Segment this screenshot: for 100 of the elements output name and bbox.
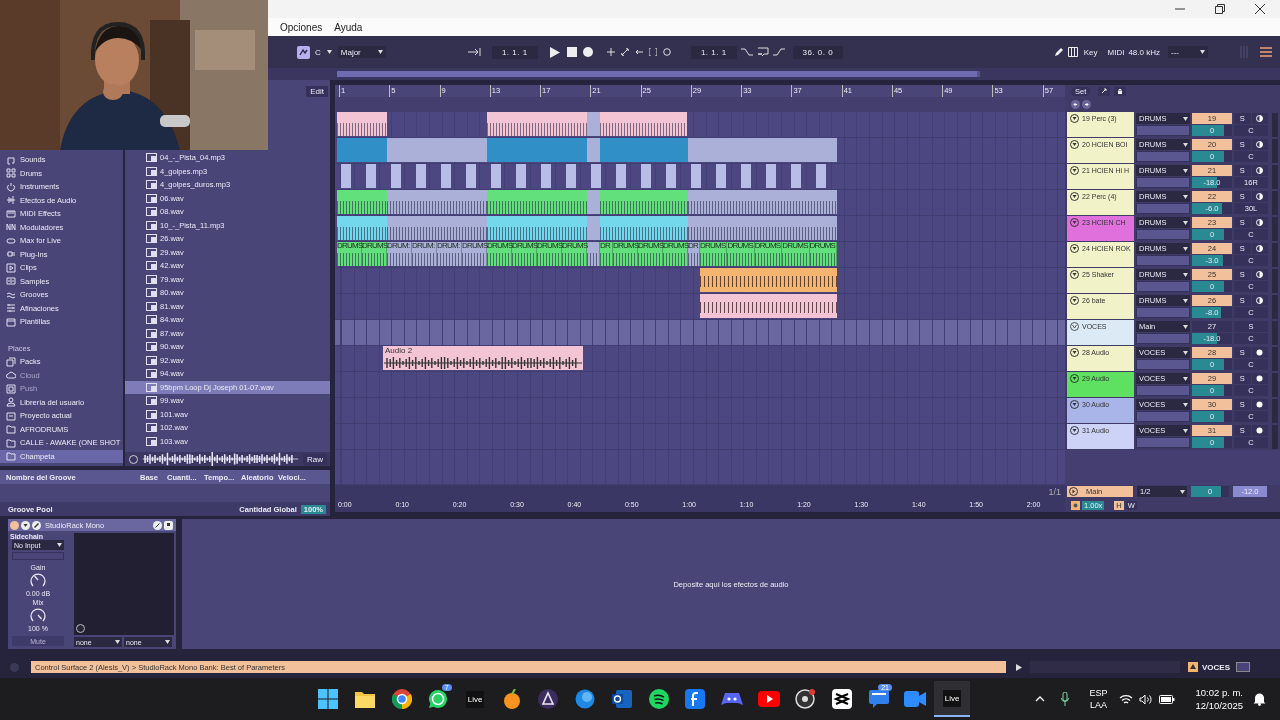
half-circle-button[interactable] — [1251, 191, 1268, 202]
clip[interactable]: Audio 2 — [383, 346, 583, 370]
link-icon[interactable] — [153, 520, 162, 530]
clip[interactable]: DRUM: — [412, 242, 437, 266]
clip[interactable] — [391, 164, 401, 188]
forward-arrow-icon[interactable] — [1082, 100, 1091, 109]
arm-button[interactable] — [1251, 373, 1268, 384]
clip[interactable] — [688, 216, 837, 240]
clip[interactable] — [766, 164, 776, 188]
clip[interactable] — [487, 216, 587, 240]
clip[interactable] — [791, 164, 801, 188]
clip[interactable] — [487, 190, 587, 214]
clip[interactable] — [416, 164, 426, 188]
clip[interactable]: DRUMS — [487, 242, 512, 266]
group-fold-icon[interactable] — [1070, 322, 1079, 331]
back-arrow-icon[interactable] — [634, 48, 643, 56]
menu-icon[interactable] — [1260, 47, 1272, 57]
clip[interactable] — [587, 138, 600, 162]
clip[interactable] — [587, 242, 600, 266]
language-indicator[interactable]: ESP LAA — [1089, 687, 1108, 711]
clip[interactable] — [688, 138, 837, 162]
arm-button[interactable] — [1251, 399, 1268, 410]
triangle-icon[interactable] — [1188, 662, 1198, 672]
clip[interactable]: DR — [600, 242, 613, 266]
clip[interactable] — [341, 164, 351, 188]
clip[interactable] — [700, 268, 837, 292]
clip[interactable]: DRUMS — [462, 242, 487, 266]
clip[interactable]: DRUMS — [663, 242, 688, 266]
fold-triangle-icon[interactable] — [1070, 244, 1079, 253]
battery-icon[interactable] — [1159, 693, 1176, 705]
key-map-button[interactable]: Key — [1083, 47, 1098, 57]
clip[interactable] — [337, 112, 387, 136]
clip[interactable] — [591, 164, 601, 188]
clip[interactable] — [666, 164, 676, 188]
edit-button[interactable]: Edit — [306, 86, 328, 97]
clip[interactable] — [387, 138, 487, 162]
fold-triangle-icon[interactable] — [1070, 374, 1079, 383]
wrench-icon[interactable] — [32, 520, 41, 530]
arm-button[interactable] — [1251, 347, 1268, 358]
wifi-icon[interactable] — [1119, 693, 1134, 705]
half-circle-button[interactable] — [1251, 139, 1268, 150]
pencil-icon[interactable] — [1053, 47, 1064, 57]
half-circle-button[interactable] — [1251, 269, 1268, 280]
panel-icon[interactable] — [1236, 662, 1250, 672]
loop-start-field[interactable]: 1. 1. 1 — [690, 45, 737, 59]
menu-item[interactable]: Opciones — [280, 21, 323, 33]
bracket-icon[interactable] — [648, 48, 657, 56]
record-icon[interactable] — [582, 47, 593, 57]
clip[interactable] — [516, 164, 526, 188]
clip[interactable] — [600, 138, 688, 162]
plus-icon[interactable] — [606, 48, 615, 56]
circle-icon[interactable] — [662, 48, 671, 56]
clip[interactable] — [337, 190, 387, 214]
gear-icon[interactable] — [1071, 500, 1080, 510]
circle-icon[interactable] — [129, 454, 138, 464]
clip[interactable] — [587, 190, 600, 214]
clip[interactable]: DRUMS — [562, 242, 587, 266]
fold-triangle-icon[interactable] — [1070, 426, 1079, 435]
clip[interactable] — [491, 164, 501, 188]
volume-icon[interactable] — [1139, 693, 1154, 705]
clip[interactable] — [600, 112, 687, 136]
clip[interactable] — [700, 294, 837, 318]
half-circle-button[interactable] — [1251, 165, 1268, 176]
clip[interactable] — [441, 164, 451, 188]
clip[interactable] — [366, 164, 376, 188]
half-circle-button[interactable] — [1251, 243, 1268, 254]
curve-icon[interactable] — [740, 48, 753, 56]
raw-button[interactable]: Raw — [303, 453, 327, 465]
fold-triangle-icon[interactable] — [1070, 192, 1079, 201]
save-icon[interactable] — [164, 520, 173, 530]
clip[interactable] — [641, 164, 651, 188]
clip[interactable] — [387, 190, 487, 214]
clip[interactable] — [337, 216, 387, 240]
microphone-icon[interactable] — [1061, 692, 1070, 706]
curve-icon[interactable] — [772, 48, 785, 56]
back-arrow-icon[interactable] — [1071, 100, 1080, 109]
midi-map-button[interactable]: MIDI — [1107, 47, 1125, 57]
clip[interactable] — [487, 138, 587, 162]
follow-arrow-icon[interactable] — [467, 48, 482, 56]
grid-icon[interactable] — [1067, 47, 1078, 57]
chevron-up-icon[interactable] — [1035, 696, 1046, 702]
clip[interactable]: DRUM: — [437, 242, 462, 266]
bell-icon[interactable] — [1253, 692, 1266, 706]
clip[interactable]: DRUMS — [362, 242, 387, 266]
clip[interactable]: DRUMS — [782, 242, 810, 266]
half-circle-button[interactable] — [1251, 295, 1268, 306]
fold-triangle-icon[interactable] — [1070, 218, 1079, 227]
scale-dropdown[interactable]: Major — [337, 46, 386, 58]
link-icon[interactable] — [620, 48, 629, 56]
clip[interactable] — [716, 164, 726, 188]
clip[interactable]: DRUMS — [700, 242, 728, 266]
clip[interactable] — [587, 112, 600, 136]
taskbar-button[interactable]: Live — [456, 681, 494, 717]
key-root[interactable]: C — [315, 47, 321, 57]
play-icon[interactable] — [549, 46, 560, 58]
clip[interactable] — [691, 164, 701, 188]
clip[interactable] — [487, 112, 587, 136]
gain-knob[interactable] — [29, 572, 47, 588]
play-icon[interactable] — [1016, 663, 1022, 671]
key-icon[interactable] — [297, 45, 310, 59]
